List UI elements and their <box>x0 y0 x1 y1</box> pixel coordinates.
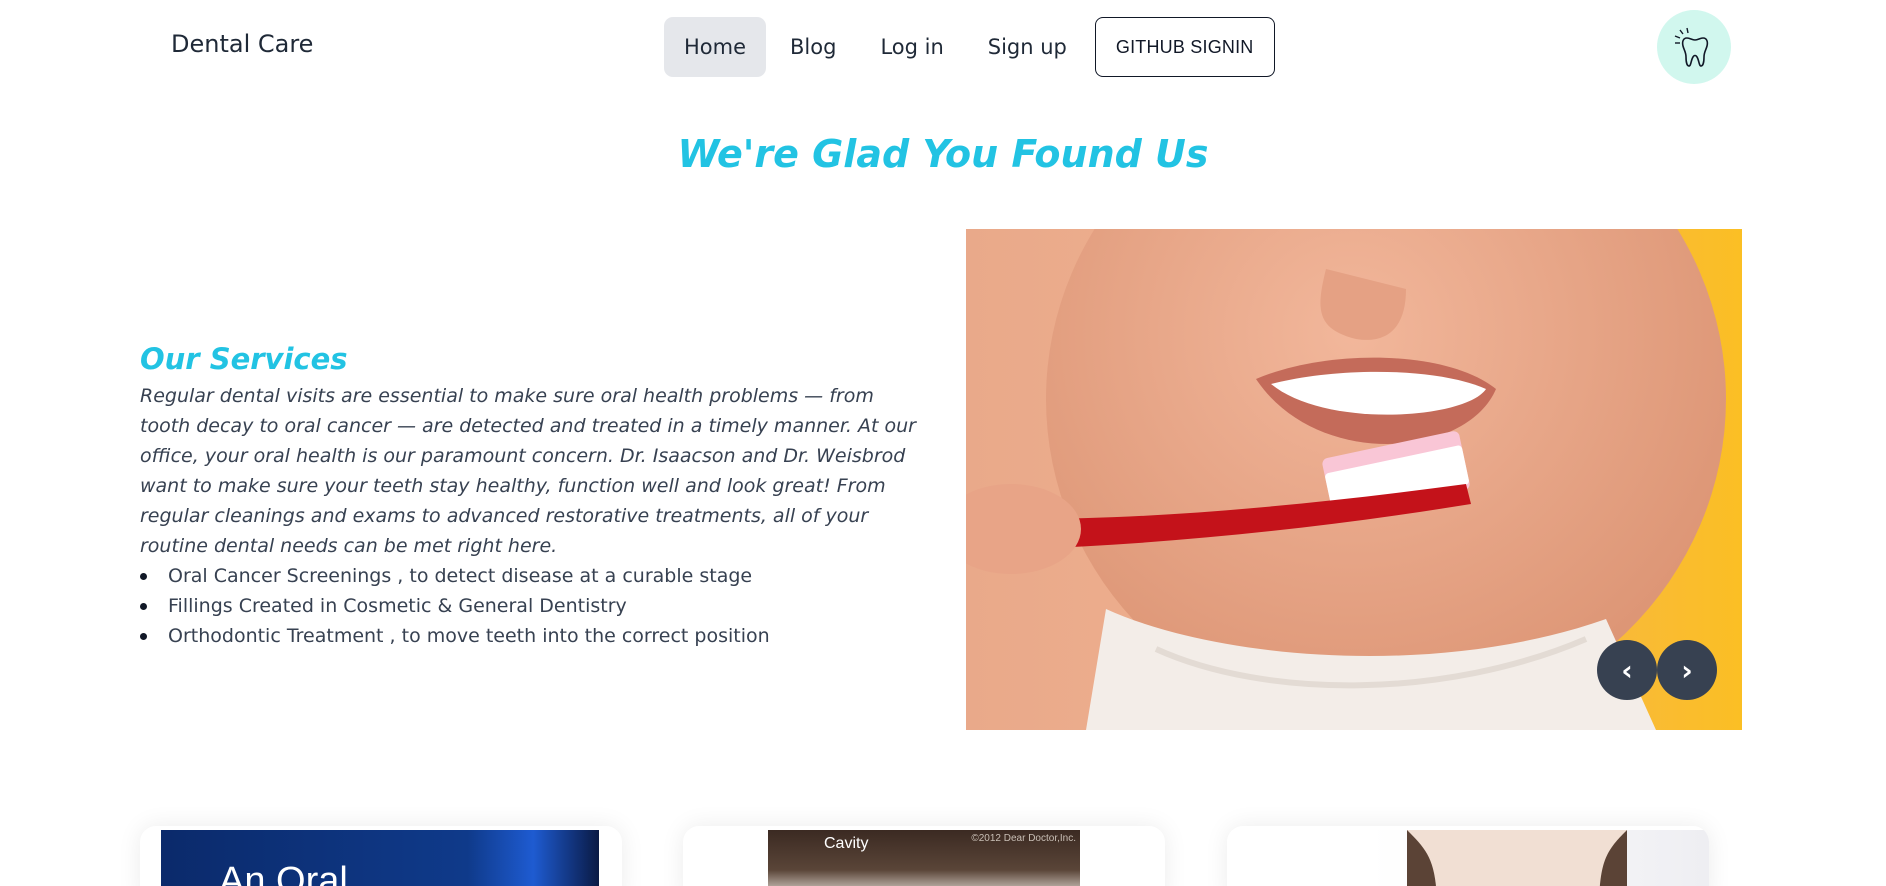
list-item: Oral Cancer Screenings , to detect disea… <box>140 561 920 591</box>
github-signin-button[interactable]: GITHUB SIGNIN <box>1094 17 1275 77</box>
nav-links: Home Blog Log in Sign up GITHUB SIGNIN <box>664 17 1275 77</box>
nav-link-signup[interactable]: Sign up <box>968 17 1087 77</box>
carousel-prev-button[interactable]: ‹ <box>1597 640 1657 700</box>
card-image <box>1227 830 1709 886</box>
services-description: Regular dental visits are essential to m… <box>140 385 916 557</box>
service-card[interactable]: An Oral <box>140 826 622 886</box>
services-list: Oral Cancer Screenings , to detect disea… <box>140 561 920 651</box>
nav-link-login[interactable]: Log in <box>860 17 963 77</box>
card-image: An Oral <box>161 830 599 886</box>
services-title: Our Services <box>140 342 348 376</box>
card-image-text: An Oral <box>219 860 348 886</box>
nav-link-home[interactable]: Home <box>664 17 767 77</box>
nav-link-blog[interactable]: Blog <box>770 17 856 77</box>
services-section: Our Services Regular dental visits are e… <box>140 342 920 651</box>
avatar[interactable] <box>1657 10 1731 84</box>
hero-title: We're Glad You Found Us <box>677 132 1209 176</box>
list-item: Fillings Created in Cosmetic & General D… <box>140 591 920 621</box>
person-photo <box>1407 830 1627 886</box>
carousel-next-button[interactable]: › <box>1657 640 1717 700</box>
brand-logo-text[interactable]: Dental Care <box>171 30 313 58</box>
card-image: Cavity ©2012 Dear Doctor,Inc. <box>768 830 1080 886</box>
navbar: Dental Care Home Blog Log in Sign up GIT… <box>0 0 1886 96</box>
card-image-copyright: ©2012 Dear Doctor,Inc. <box>971 833 1076 844</box>
service-card[interactable]: Cavity ©2012 Dear Doctor,Inc. <box>683 826 1165 886</box>
service-card[interactable] <box>1227 826 1709 886</box>
card-image-label: Cavity <box>824 835 869 852</box>
tooth-icon <box>1674 27 1709 67</box>
list-item: Orthodontic Treatment , to move teeth in… <box>140 621 920 651</box>
